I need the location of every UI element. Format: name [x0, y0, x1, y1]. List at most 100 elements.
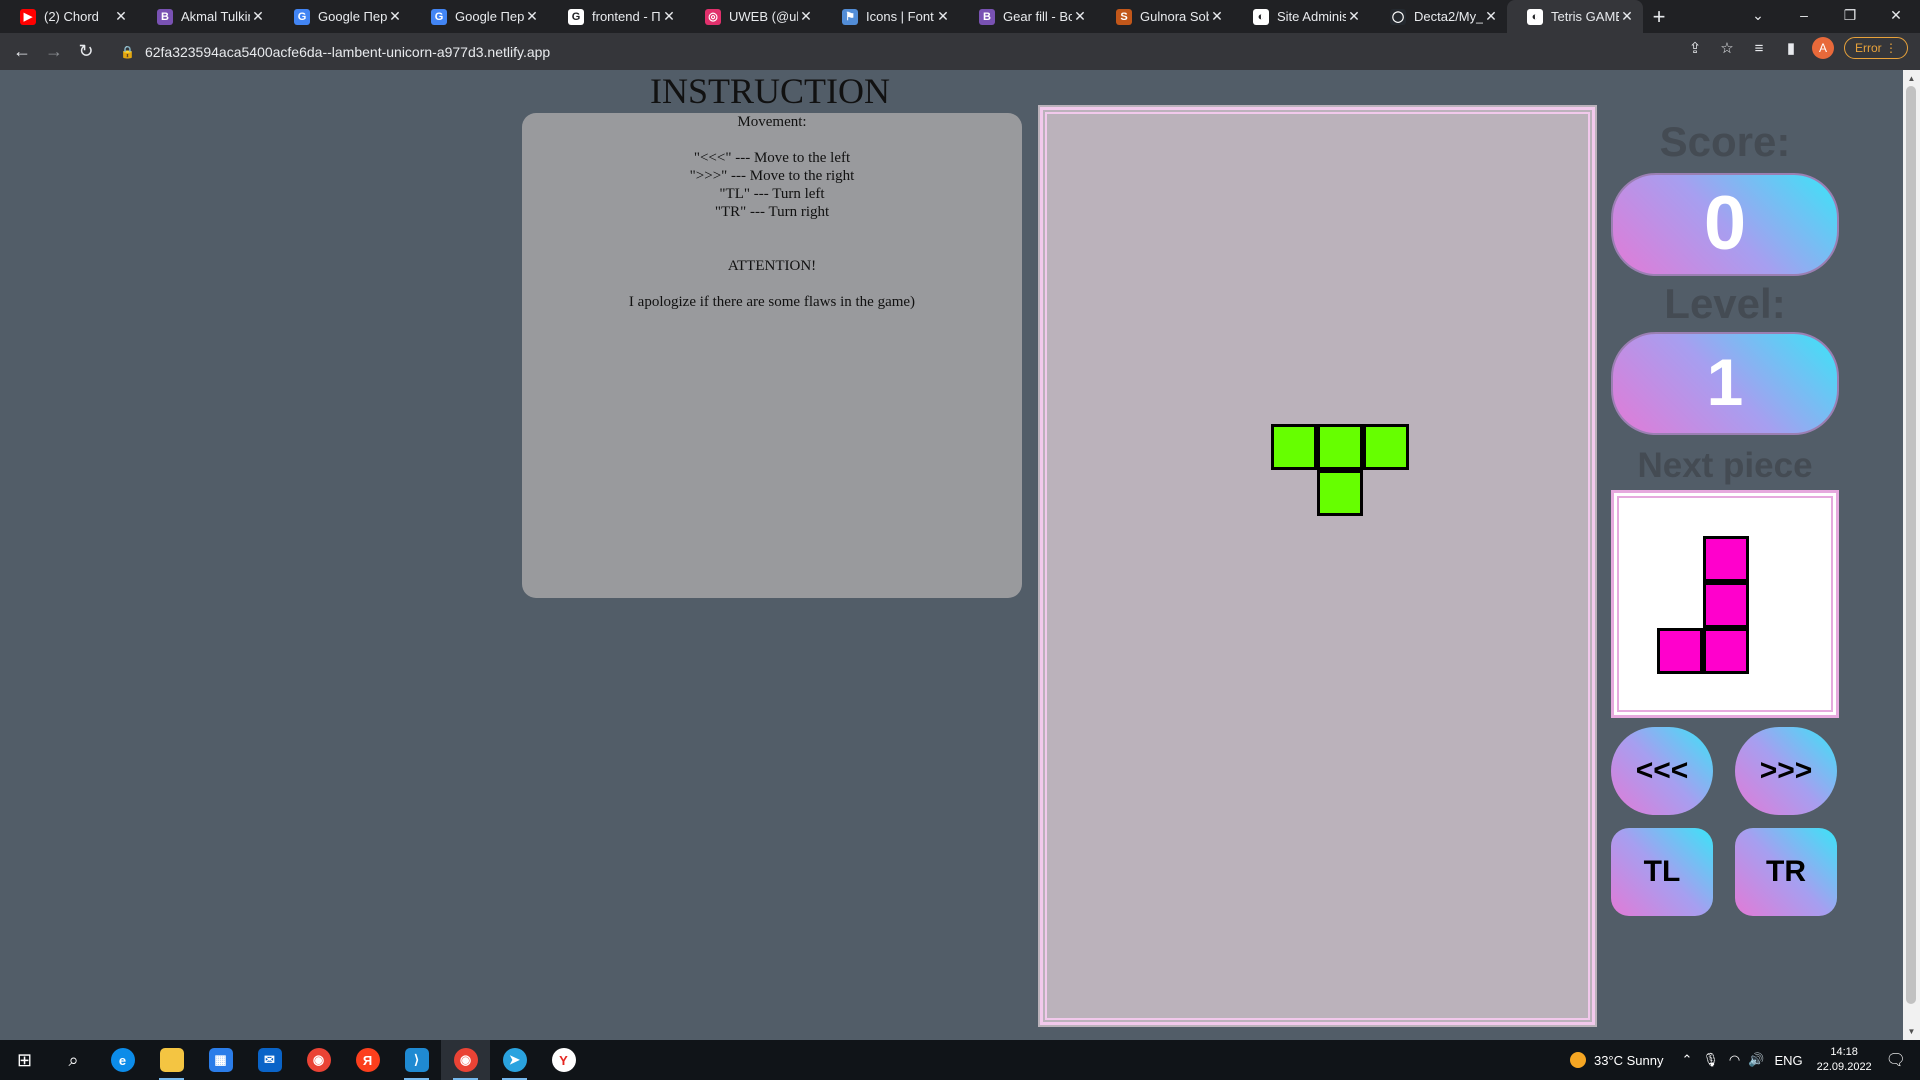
forward-icon[interactable]: → — [38, 41, 70, 62]
browser-toolbar: ← → ↻ 🔒 62fa323594aca5400acfe6da--lamben… — [0, 33, 1920, 70]
tab-favicon-icon: G — [294, 8, 310, 25]
back-icon[interactable]: ← — [6, 41, 38, 62]
tetromino-block — [1317, 470, 1363, 516]
notifications-icon[interactable]: 🗨 — [1886, 1050, 1906, 1070]
tab-search-icon[interactable]: ⌄ — [1735, 0, 1781, 33]
level-value: 1 — [1611, 332, 1839, 435]
tab-close-icon[interactable]: ✕ — [1346, 8, 1362, 25]
volume-icon[interactable]: 🔊 — [1748, 1052, 1764, 1068]
tab-close-icon[interactable]: ✕ — [250, 8, 266, 25]
turn-left-button[interactable]: TL — [1611, 828, 1713, 916]
yandex-browser-icon[interactable]: Y — [539, 1040, 588, 1080]
tab-favicon-icon: ◯ — [1390, 8, 1406, 25]
reload-icon[interactable]: ↻ — [70, 41, 102, 62]
microphone-icon[interactable]: 🎙 — [1702, 1052, 1719, 1068]
tab-title: frontend - По — [592, 9, 661, 24]
browser-tab[interactable]: B Akmal Tulkinov✕ — [137, 0, 274, 33]
scroll-down-icon[interactable]: ▼ — [1903, 1027, 1920, 1036]
tetromino-block — [1317, 424, 1363, 470]
browser-tab[interactable]: ⚑ Icons | Font Awesome✕ — [822, 0, 959, 33]
search-icon[interactable]: ⌕ — [49, 1040, 98, 1080]
move-right-button[interactable]: >>> — [1735, 727, 1837, 815]
url-text: 62fa323594aca5400acfe6da--lambent-unicor… — [144, 43, 551, 60]
tab-favicon-icon: B — [979, 8, 995, 25]
tab-title: Site Administration — [1277, 9, 1346, 24]
browser-tab[interactable]: ◐ Tetris GAME ✕ — [1507, 0, 1643, 33]
browser-tab[interactable]: ◎ UWEB (@ultimate✕ — [685, 0, 822, 33]
tray-chevron-icon[interactable]: ⌃ — [1682, 1052, 1693, 1068]
apology-text: I apologize if there are some flaws in t… — [628, 294, 916, 310]
tab-close-icon[interactable]: ✕ — [387, 8, 403, 25]
browser-tab[interactable]: S Gulnora Sobirova✕ — [1096, 0, 1233, 33]
new-tab-button[interactable]: + — [1643, 0, 1675, 33]
tab-close-icon[interactable]: ✕ — [1619, 8, 1635, 25]
bookmark-star-icon[interactable]: ☆ — [1716, 39, 1738, 57]
wifi-icon[interactable]: ◠ — [1729, 1052, 1740, 1068]
browser-tab[interactable]: ◐ Site Administration✕ — [1233, 0, 1370, 33]
tab-title: Google Переводчик — [455, 9, 524, 24]
chrome-icon[interactable]: ◉ — [294, 1040, 343, 1080]
language-indicator[interactable]: ENG — [1774, 1053, 1802, 1068]
browser-tab-strip: ▶(2) Chord✕BAkmal Tulkinov✕GGoogle Перев… — [0, 0, 1920, 33]
close-window-icon[interactable]: ✕ — [1873, 0, 1919, 33]
chrome-profile-icon[interactable]: ◉ — [441, 1040, 490, 1080]
telegram-icon[interactable]: ➤ — [490, 1040, 539, 1080]
side-panel-icon[interactable]: ▮ — [1780, 39, 1802, 57]
tab-close-icon[interactable]: ✕ — [524, 8, 540, 25]
tab-close-icon[interactable]: ✕ — [1209, 8, 1225, 25]
tab-title: Akmal Tulkinov — [181, 9, 250, 24]
clock-date: 22.09.2022 — [1816, 1061, 1872, 1073]
reading-list-icon[interactable]: ≡ — [1748, 40, 1770, 57]
clock[interactable]: 14:18 22.09.2022 — [1817, 1045, 1872, 1075]
windows-start-icon[interactable]: ⊞ — [0, 1040, 49, 1080]
browser-tab[interactable]: ▶ (2) Chord ✕ — [0, 0, 137, 33]
windows-taskbar: ⊞ ⌕ e ▦ ✉ ◉ Я ⟩ ◉ ➤ Y 33°C Sunny ⌃ 🎙 ◠ 🔊… — [0, 1040, 1920, 1080]
edge-icon[interactable]: e — [98, 1040, 147, 1080]
tab-close-icon[interactable]: ✕ — [935, 8, 951, 25]
profile-avatar[interactable]: A — [1811, 37, 1834, 59]
tab-close-icon[interactable]: ✕ — [798, 8, 814, 25]
mail-icon[interactable]: ✉ — [245, 1040, 294, 1080]
browser-tab[interactable]: G Google Переводчик✕ — [274, 0, 411, 33]
scroll-up-icon[interactable]: ▲ — [1903, 74, 1920, 83]
tab-favicon-icon: G — [568, 8, 584, 25]
turn-right-button[interactable]: TR — [1735, 828, 1837, 916]
address-bar[interactable]: 🔒 62fa323594aca5400acfe6da--lambent-unic… — [106, 37, 1756, 66]
browser-tab[interactable]: G Google Переводчик✕ — [411, 0, 548, 33]
movement-heading: Movement: — [737, 114, 807, 130]
tetromino-block — [1657, 628, 1703, 674]
weather-text[interactable]: 33°C Sunny — [1594, 1053, 1664, 1068]
share-icon[interactable]: ⇪ — [1684, 39, 1706, 57]
tetromino-block — [1363, 424, 1409, 470]
move-left-button[interactable]: <<< — [1611, 727, 1713, 815]
weather-sun-icon — [1569, 1052, 1586, 1068]
vscode-icon[interactable]: ⟩ — [392, 1040, 441, 1080]
tab-title: Gulnora Sobirova — [1140, 9, 1209, 24]
file-explorer-icon[interactable] — [147, 1040, 196, 1080]
scrollbar-thumb[interactable] — [1906, 86, 1916, 1004]
tab-close-icon[interactable]: ✕ — [1483, 8, 1499, 25]
page-scrollbar[interactable]: ▲ ▼ — [1903, 70, 1920, 1040]
browser-tab[interactable]: B Gear fill - Bootstrap✕ — [959, 0, 1096, 33]
browser-tab[interactable]: ◯ Decta2/My_tetris✕ — [1370, 0, 1507, 33]
error-label: Error — [1854, 41, 1882, 55]
tab-close-icon[interactable]: ✕ — [113, 8, 129, 25]
window-controls: ⌄ – ❐ ✕ — [1735, 0, 1919, 33]
store-icon[interactable]: ▦ — [196, 1040, 245, 1080]
tab-close-icon[interactable]: ✕ — [1072, 8, 1088, 25]
instruction-title: INSTRUCTION — [650, 71, 890, 111]
browser-tab[interactable]: Gfrontend - По ✕ — [548, 0, 685, 33]
maximize-icon[interactable]: ❐ — [1827, 0, 1873, 33]
error-button[interactable]: Error ⋮ — [1843, 37, 1908, 59]
attention-heading: ATTENTION! — [727, 258, 817, 274]
yandex-icon[interactable]: Я — [343, 1040, 392, 1080]
instruction-line: "TL" --- Turn left — [719, 186, 825, 202]
minimize-icon[interactable]: – — [1781, 0, 1827, 33]
tab-favicon-icon: ◐ — [1253, 8, 1269, 25]
instruction-line: "TR" --- Turn right — [714, 204, 830, 220]
tab-close-icon[interactable]: ✕ — [661, 8, 677, 25]
next-piece-label: Next piece — [1637, 446, 1813, 485]
instruction-panel: Movement: "<<<" --- Move to the left ">>… — [522, 113, 1022, 598]
tetromino-block — [1703, 582, 1749, 628]
tab-title: Tetris GAME — [1551, 9, 1619, 24]
